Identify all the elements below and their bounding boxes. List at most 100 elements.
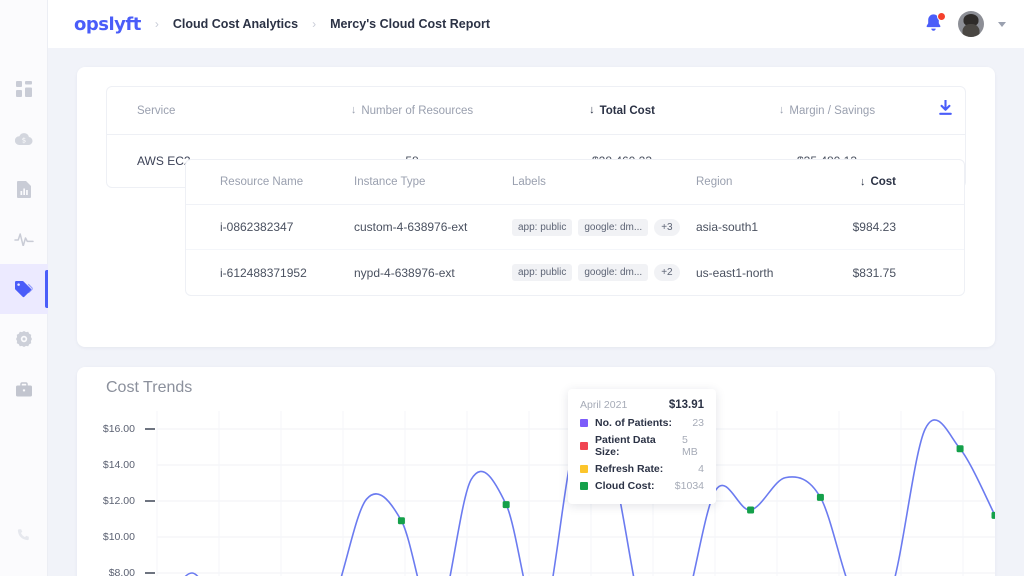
column-label: Total Cost — [599, 104, 655, 117]
cell-labels: app: public google: dm... +3 — [512, 218, 696, 236]
cell-region: us-east1-north — [696, 265, 774, 280]
sidebar-item-tags[interactable] — [0, 264, 48, 314]
notification-badge-dot — [937, 12, 946, 21]
tooltip-label: Refresh Rate: — [595, 463, 664, 475]
legend-swatch-refresh-rate — [580, 465, 588, 473]
label-overflow-chip[interactable]: +3 — [654, 218, 680, 236]
column-label: Number of Resources — [361, 104, 474, 117]
column-header-cost[interactable]: ↓ Cost — [824, 176, 924, 188]
tooltip-label: No. of Patients: — [595, 417, 673, 429]
tag-icon — [14, 280, 33, 298]
label-chip[interactable]: app: public — [512, 264, 573, 281]
top-header: opslyft › Cloud Cost Analytics › Mercy's… — [48, 0, 1024, 48]
column-header-margin-savings[interactable]: ↓ Margin / Savings — [727, 105, 927, 117]
column-header-number-of-resources[interactable]: ↓ Number of Resources — [307, 105, 517, 117]
svg-text:$: $ — [21, 137, 25, 145]
column-label: Region — [696, 176, 733, 188]
sort-arrow-icon: ↓ — [350, 104, 357, 116]
tooltip-value: $13.91 — [668, 399, 704, 411]
legend-swatch-data-size — [580, 442, 588, 450]
download-button[interactable] — [927, 98, 963, 121]
cell-region: asia-south1 — [696, 220, 759, 234]
briefcase-icon — [15, 381, 32, 397]
sidebar-item-briefcase[interactable] — [0, 364, 48, 414]
column-header-labels[interactable]: Labels — [512, 176, 696, 188]
sort-arrow-icon: ↓ — [589, 104, 595, 116]
tooltip-date: April 2021 — [580, 399, 628, 411]
tooltip-header: April 2021 $13.91 — [580, 399, 704, 411]
column-label: Instance Type — [354, 176, 426, 188]
column-header-region[interactable]: Region — [696, 176, 824, 188]
resource-table-header: Resource Name Instance Type Labels Regio… — [186, 160, 964, 205]
sort-arrow-icon: ↓ — [778, 104, 785, 116]
tooltip-row-value: 4 — [698, 463, 704, 475]
y-axis-tick-label: $8.00 — [108, 567, 135, 576]
label-chip[interactable]: google: dm... — [578, 218, 649, 236]
sidebar-item-reports[interactable] — [0, 164, 48, 214]
sidebar: $ — [0, 0, 48, 576]
tooltip-row-value: 23 — [692, 417, 704, 429]
service-table-header: Service ↓ Number of Resources ↓ Total Co… — [107, 87, 965, 135]
tooltip-row: Patient Data Size: 5 MB — [580, 434, 704, 458]
column-header-resource-name[interactable]: Resource Name — [186, 176, 354, 188]
cell-cost: $831.75 — [852, 265, 896, 280]
sidebar-item-support[interactable] — [0, 510, 48, 560]
file-chart-icon — [16, 180, 31, 198]
sort-arrow-icon: ↓ — [859, 175, 866, 188]
service-table-card: Service ↓ Number of Resources ↓ Total Co… — [77, 67, 995, 347]
sidebar-item-cloud-cost[interactable]: $ — [0, 114, 48, 164]
column-label: Margin / Savings — [789, 104, 876, 117]
legend-swatch-patients — [580, 419, 588, 427]
sidebar-item-activity[interactable] — [0, 214, 48, 264]
cell-instance-type: custom-4-638976-ext — [354, 220, 468, 234]
resource-table: Resource Name Instance Type Labels Regio… — [185, 159, 965, 296]
phone-icon — [16, 528, 31, 543]
header-actions — [924, 11, 1006, 37]
breadcrumb-item-0[interactable]: Cloud Cost Analytics — [173, 17, 298, 31]
tooltip-row: Refresh Rate: 4 — [580, 463, 704, 475]
column-label: Labels — [512, 176, 546, 188]
app-logo[interactable]: opslyft — [74, 14, 141, 35]
cell-resource-name: i-0862382347 — [220, 220, 294, 234]
breadcrumb-separator-1: › — [154, 17, 159, 31]
avatar[interactable] — [958, 11, 984, 37]
column-header-total-cost[interactable]: ↓ Total Cost — [517, 105, 727, 117]
y-axis-tick-label: $14.00 — [102, 459, 135, 471]
bell-icon — [924, 14, 943, 37]
main-content: Service ↓ Number of Resources ↓ Total Co… — [48, 48, 1024, 576]
label-chip[interactable]: app: public — [512, 218, 573, 236]
chart-svg — [145, 411, 995, 576]
tooltip-row-value: 5 MB — [682, 434, 698, 458]
table-row[interactable]: i-612488371952 nypd-4-638976-ext app: pu… — [186, 250, 964, 295]
sidebar-item-settings[interactable] — [0, 314, 48, 364]
chart-tooltip: April 2021 $13.91 No. of Patients: 23 Pa… — [568, 389, 716, 504]
cell-cost: $984.23 — [852, 220, 896, 234]
column-header-instance-type[interactable]: Instance Type — [354, 176, 512, 188]
cell-instance-type: nypd-4-638976-ext — [354, 265, 455, 280]
label-overflow-chip[interactable]: +2 — [654, 264, 680, 281]
chevron-down-icon[interactable] — [998, 21, 1006, 27]
tooltip-row: No. of Patients: 23 — [580, 417, 704, 429]
chart-title: Cost Trends — [106, 379, 193, 396]
download-icon — [938, 98, 953, 121]
column-label: Cost — [870, 176, 896, 188]
cost-trends-chart[interactable]: $16.00$14.00$12.00$10.00$8.00$6.00 — [77, 411, 995, 576]
service-name: AWS EC2 — [137, 154, 191, 168]
y-axis-tick-label: $16.00 — [102, 423, 135, 435]
column-header-service[interactable]: Service — [107, 105, 307, 117]
tooltip-label: Patient Data Size: — [595, 434, 656, 458]
table-row[interactable]: i-0862382347 custom-4-638976-ext app: pu… — [186, 205, 964, 250]
tooltip-row: Cloud Cost: $1034 — [580, 480, 704, 492]
app-root: $ opslyft › Cloud Cost Analytics › Mercy… — [0, 0, 1024, 576]
column-label: Service — [137, 104, 176, 117]
y-axis-tick-label: $12.00 — [102, 495, 135, 507]
cost-trends-card: Cost Trends $16.00 $14.00 $12.00 $10.00 $8.0… — [77, 367, 995, 576]
tooltip-row-value: $1034 — [674, 480, 704, 492]
cloud-dollar-icon: $ — [14, 132, 33, 146]
breadcrumb-separator-2: › — [312, 17, 317, 31]
breadcrumb-item-1[interactable]: Mercy's Cloud Cost Report — [330, 17, 490, 31]
notifications-button[interactable] — [924, 12, 946, 37]
sidebar-item-dashboard[interactable] — [0, 64, 48, 114]
grid-icon — [15, 81, 32, 97]
label-chip[interactable]: google: dm... — [578, 264, 649, 281]
